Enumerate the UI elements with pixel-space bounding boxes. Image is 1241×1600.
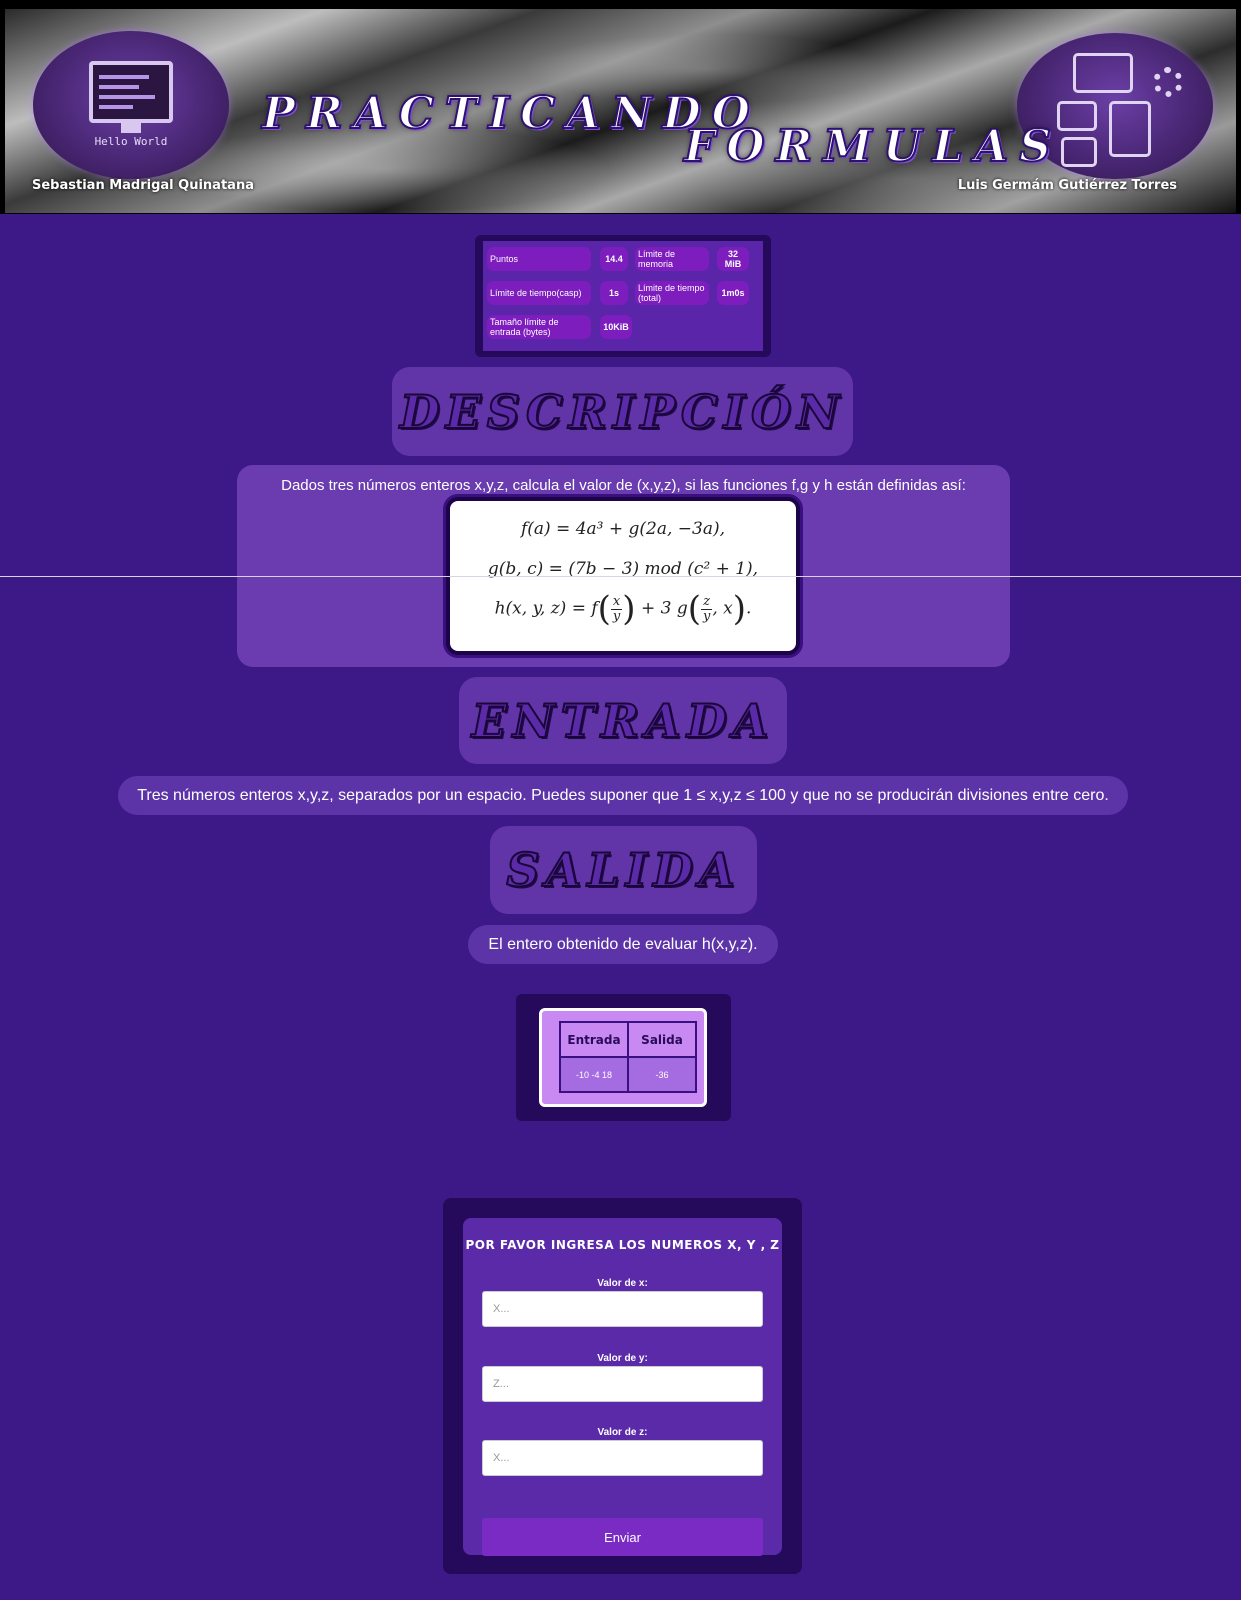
memory-limit-value: 32 MiB [717, 247, 749, 271]
points-label: Puntos [487, 247, 591, 271]
input-size-limit-label: Tamaño límite de entrada (bytes) [487, 315, 591, 339]
description-heading: DESCRIPCIÓN [392, 367, 853, 456]
case-time-limit-value: 1s [600, 281, 628, 305]
x-input[interactable] [482, 1291, 763, 1327]
formula-f: f(a) = 4a³ + g(2a, −3a), [520, 519, 726, 539]
monitor-icon [89, 61, 173, 123]
example-table: Entrada Salida -10 -4 18 -36 [559, 1021, 697, 1093]
example-panel: Entrada Salida -10 -4 18 -36 [516, 994, 731, 1121]
page-title-word-2: FORMULAS [683, 120, 1063, 173]
python-computer-logo: Hello World [33, 31, 229, 179]
memory-limit-label: Límite de memoria [635, 247, 709, 271]
chat-bubble-icon [1057, 101, 1097, 131]
output-description: El entero obtenido de evaluar h(x,y,z). [468, 925, 778, 964]
z-input[interactable] [482, 1440, 763, 1476]
page-header: Hello World PRACTICANDO FORMULAS Sebasti… [0, 0, 1241, 214]
input-description: Tres números enteros x,y,z, separados po… [118, 776, 1128, 815]
input-form-panel: POR FAVOR INGRESA LOS NUMEROS X, Y , Z V… [443, 1198, 802, 1574]
y-input[interactable] [482, 1366, 763, 1402]
example-header-output: Salida [627, 1021, 697, 1058]
total-time-limit-value: 1m0s [717, 281, 749, 305]
author-right: Luis Germám Gutiérrez Torres [957, 178, 1177, 193]
gear-icon [1153, 67, 1183, 97]
form-title: POR FAVOR INGRESA LOS NUMEROS X, Y , Z [465, 1238, 780, 1252]
label-z: Valor de z: [597, 1427, 648, 1438]
total-time-limit-label: Límite de tiempo (total) [635, 281, 709, 305]
logo-text: Hello World [94, 135, 168, 148]
problem-limits-table: Puntos 14.4 Límite de memoria 32 MiB Lím… [475, 235, 771, 357]
example-input-value: -10 -4 18 [559, 1056, 629, 1093]
formula-h: h(x, y, z) = f(x y) + 3 g(z y, x). [494, 589, 752, 629]
input-size-limit-value: 10KiB [600, 315, 632, 339]
output-heading: SALIDA [490, 826, 757, 914]
author-left: Sebastian Madrigal Quinatana [32, 178, 254, 193]
label-y: Valor de y: [597, 1353, 648, 1364]
numbers-form: POR FAVOR INGRESA LOS NUMEROS X, Y , Z V… [463, 1218, 782, 1556]
example-header-input: Entrada [559, 1021, 629, 1058]
case-time-limit-label: Límite de tiempo(casp) [487, 281, 591, 305]
example-output-value: -36 [627, 1056, 697, 1093]
points-value: 14.4 [600, 247, 628, 271]
submit-button[interactable]: Enviar [482, 1518, 763, 1556]
input-heading: ENTRADA [459, 677, 787, 764]
document-icon [1109, 101, 1151, 157]
label-x: Valor de x: [597, 1278, 648, 1289]
description-text: Dados tres números enteros x,y,z, calcul… [281, 477, 966, 494]
heart-icon [1061, 137, 1097, 167]
divider-line [0, 576, 1241, 577]
heart-monitor-icon [1073, 53, 1133, 93]
